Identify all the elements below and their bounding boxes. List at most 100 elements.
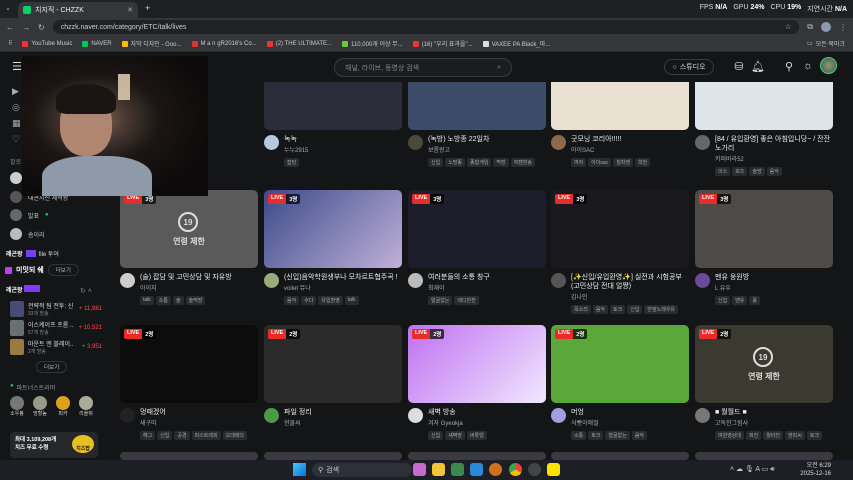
stream-card[interactable]: LIVE 2명 새벽 방송 겨자 Gyeokja 신입 새벽방 버튜얼 xyxy=(408,325,546,440)
stream-title[interactable]: (술) 잡담 및 고민상담 및 자유방 xyxy=(140,273,232,282)
mail-icon[interactable] xyxy=(470,463,483,476)
channel-name[interactable]: 보름왕고 xyxy=(428,145,535,154)
channel-avatar[interactable] xyxy=(695,408,710,423)
stream-thumbnail[interactable] xyxy=(408,452,546,460)
stream-thumbnail[interactable]: LIVE 2명 xyxy=(408,325,546,403)
stream-card[interactable]: LIVE 3명 멘유 웅원방 L 유우 신입 멘유 롤 xyxy=(695,190,833,305)
studio-button[interactable]: ○ 스튜디오 xyxy=(664,59,714,75)
stream-tag[interactable]: 헤그 xyxy=(140,431,156,440)
stream-thumbnail[interactable]: LIVE 3명 xyxy=(408,190,546,268)
stream-tag[interactable]: 새벽방 xyxy=(445,431,466,440)
stream-tag[interactable]: 침착맨 xyxy=(613,158,633,167)
stream-title[interactable]: ■ 월월드 ■ xyxy=(715,408,822,417)
stream-tag[interactable]: 먹방 xyxy=(493,158,509,167)
stream-tag[interactable]: 토크 xyxy=(610,305,626,314)
stream-card[interactable]: 녹녹 누누2915 잡담 xyxy=(264,82,402,167)
windows-start-icon[interactable] xyxy=(293,463,306,476)
stream-tag[interactable]: 아이sac xyxy=(588,158,612,167)
channel-avatar[interactable] xyxy=(408,135,423,150)
app-icon[interactable] xyxy=(489,463,502,476)
channel-name[interactable]: 식빵이애절 xyxy=(571,418,647,427)
channel-name[interactable]: 새구미 xyxy=(140,418,247,427)
new-tab-button[interactable]: + xyxy=(145,3,150,13)
stream-tag[interactable]: 퍼스트레피 xyxy=(191,431,221,440)
stream-title[interactable]: [84 / 유입환영] 좋은 아침입니당~ / 잔잔노가리 xyxy=(715,135,833,153)
chrome-icon[interactable] xyxy=(509,463,522,476)
stream-card[interactable]: LIVE 3명 (신입)음악학원생부나 모차르트협주곡 ! voilet 뮤나 음악 수다… xyxy=(264,190,402,305)
stream-title[interactable]: 녹녹 xyxy=(284,135,308,144)
stream-tag[interactable]: 얼굴없는 xyxy=(605,431,630,440)
stream-thumbnail[interactable] xyxy=(408,82,546,130)
copilot-icon[interactable] xyxy=(413,463,426,476)
cheese-icon[interactable]: ⛁ xyxy=(732,60,746,73)
stream-thumbnail[interactable] xyxy=(120,452,258,460)
category-icon[interactable]: ▦ xyxy=(12,118,21,129)
stream-title[interactable]: [✨신입/유입환영✨] 실전과 시험공부(고민상담 전대 얼쨩) xyxy=(571,273,689,291)
bookmark-item[interactable]: VAXEE PA Black_마... xyxy=(482,39,550,48)
stream-tag[interactable]: 술먹방 xyxy=(185,296,206,305)
channel-name[interactable]: 키퍼바라52 xyxy=(715,154,833,163)
file-explorer-icon[interactable] xyxy=(432,463,445,476)
bookmark-item[interactable]: (2) THE ULTIMATE... xyxy=(266,40,332,47)
search-input[interactable]: 채널, 라이브, 동영상 검색 ⌕ xyxy=(334,58,512,77)
search-icon[interactable]: ⌕ xyxy=(497,64,501,72)
more-categories-button[interactable]: 더보기 xyxy=(36,361,68,373)
more-button[interactable]: 더보기 xyxy=(47,264,79,276)
stream-card[interactable] xyxy=(264,452,402,460)
refresh-icon[interactable]: ↻ ˄ xyxy=(80,287,92,295)
profile-avatar[interactable] xyxy=(821,22,831,32)
stream-tag[interactable]: 토크 xyxy=(588,431,604,440)
category-item[interactable]: 전략적 팀 전투: 신...33개 방송+ 11,981 xyxy=(10,301,102,317)
theme-sun-icon[interactable]: ☼ xyxy=(801,60,815,72)
stream-thumbnail[interactable]: LIVE 2명 xyxy=(551,325,689,403)
stream-title[interactable]: 멘유 웅원방 xyxy=(715,273,760,282)
channel-avatar[interactable] xyxy=(551,135,566,150)
stream-card[interactable] xyxy=(120,452,258,460)
stream-thumbnail[interactable]: LIVE 2명 xyxy=(120,325,258,403)
browser-tab[interactable]: 치지직 - CHZZK ✕ xyxy=(18,2,138,18)
stream-card[interactable]: (녹방) 노방종 22일차 보름왕고 신입 노방종 종합게임 먹방 여캠방송 xyxy=(408,82,546,167)
popular-icon[interactable]: ◎ xyxy=(12,102,20,113)
stream-tag[interactable]: 반말노래우유 xyxy=(644,305,679,314)
stream-title[interactable]: (신입)음악학원생부나 모차르트협주곡 ! xyxy=(284,273,398,282)
channel-avatar[interactable] xyxy=(120,273,135,288)
channel-name[interactable]: 최재이 xyxy=(428,283,490,292)
hamburger-menu-icon[interactable]: ☰ xyxy=(12,60,22,73)
kakaotalk-icon[interactable] xyxy=(547,463,560,476)
stream-thumbnail[interactable]: LIVE 3명 xyxy=(695,190,833,268)
stream-tag[interactable]: 월타천 xyxy=(763,431,784,440)
reload-icon[interactable]: ↻ xyxy=(38,23,45,32)
stream-tag[interactable]: 음악 xyxy=(592,305,609,314)
stream-tag[interactable]: talk xyxy=(344,296,359,305)
channel-avatar[interactable] xyxy=(551,408,566,423)
stream-tag[interactable]: 여캠방송 xyxy=(510,158,536,167)
partner-item[interactable]: 피카 xyxy=(56,396,70,417)
stream-thumbnail[interactable] xyxy=(264,452,402,460)
stream-tag[interactable]: 롤 xyxy=(749,296,761,305)
apps-icon[interactable]: ⠿ xyxy=(8,40,12,47)
stream-tag[interactable]: 술방 xyxy=(749,167,765,176)
stream-tag[interactable]: 여자 xyxy=(571,158,587,167)
channel-avatar[interactable] xyxy=(551,273,566,288)
channel-name[interactable]: L 유우 xyxy=(715,283,760,292)
stream-title[interactable]: 파일 정리 xyxy=(284,408,312,417)
channel-name[interactable]: 현물씨 xyxy=(284,418,312,427)
extensions-icon[interactable]: ⧉ xyxy=(807,22,813,32)
stream-card[interactable]: 굿모닝 코리아!!!!! 아이SAC 여자 아이sac 침착맨 학번 xyxy=(551,82,689,167)
live-icon[interactable]: ▶ xyxy=(12,86,19,97)
channel-avatar[interactable] xyxy=(408,408,423,423)
channel-avatar[interactable] xyxy=(264,135,279,150)
stream-tag[interactable]: 신입 xyxy=(627,305,643,314)
stream-tag[interactable]: 멘유 xyxy=(732,296,748,305)
following-item[interactable] xyxy=(10,172,22,184)
stream-card[interactable] xyxy=(408,452,546,460)
cheese-banner[interactable]: 최대 3,109,208개 치즈 무료 수령 치즈팝 xyxy=(10,432,98,458)
stream-card[interactable]: LIVE 2명 멍때겠어 새구미 헤그 신입 공경 퍼스트레피 오데레다 xyxy=(120,325,258,440)
stream-thumbnail[interactable]: LIVE 2명 19 연령 제한 xyxy=(695,325,833,403)
stream-tag[interactable]: 노방종 xyxy=(445,158,466,167)
channel-name[interactable]: 아이SAC xyxy=(571,145,650,154)
stream-tag[interactable]: 신입 xyxy=(428,431,444,440)
channel-name[interactable]: 고독한그림사 xyxy=(715,418,822,427)
stream-tag[interactable]: 이스 xyxy=(715,167,731,176)
channel-avatar[interactable] xyxy=(264,273,279,288)
